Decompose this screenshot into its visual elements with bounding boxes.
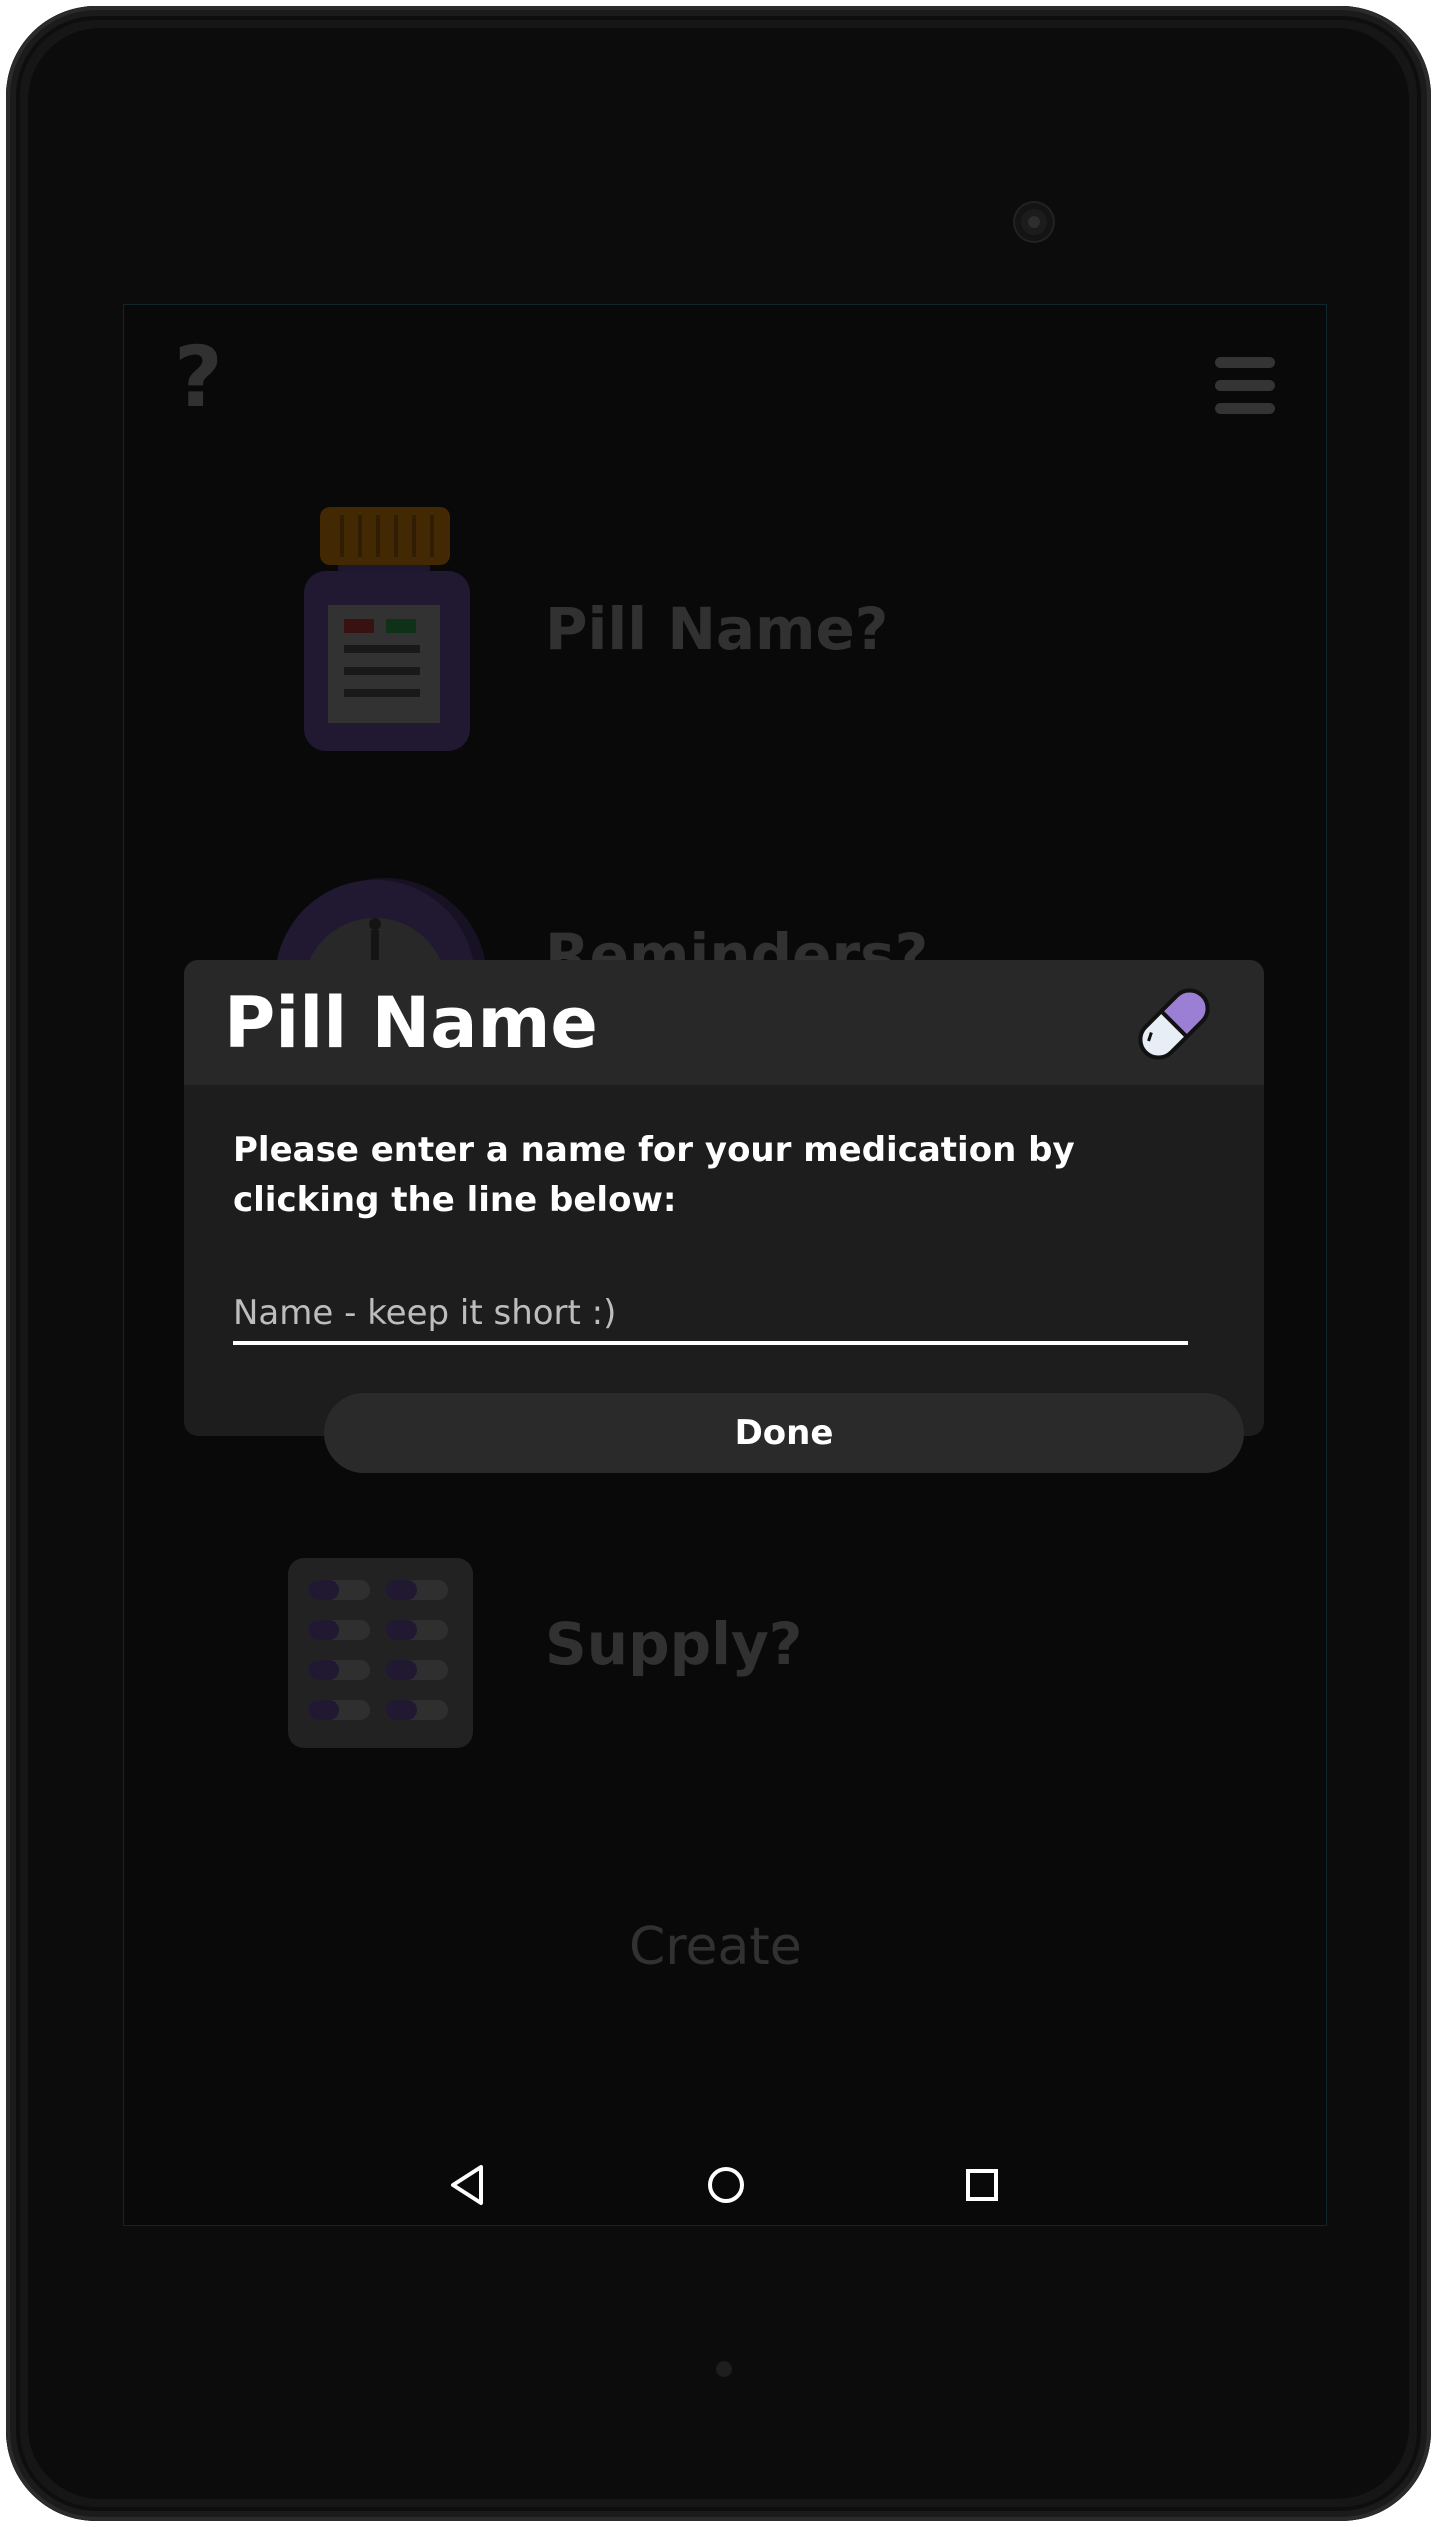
dialog-message: Please enter a name for your medication … xyxy=(233,1130,1075,1220)
recent-apps-icon[interactable] xyxy=(962,2163,1002,2207)
front-camera xyxy=(1015,203,1053,241)
tablet-frame: ? Pill Name? Reminders? Supply? Create P… xyxy=(6,6,1431,2521)
dialog-title: Pill Name xyxy=(224,982,598,1064)
capsule-icon xyxy=(1138,988,1210,1060)
done-button[interactable]: Done xyxy=(324,1393,1244,1473)
home-icon[interactable] xyxy=(704,2163,748,2207)
sensor-dot xyxy=(716,2361,732,2377)
pill-name-input[interactable] xyxy=(233,1285,1188,1345)
app-screen: ? Pill Name? Reminders? Supply? Create P… xyxy=(123,304,1327,2226)
system-nav-bar xyxy=(124,2145,1326,2225)
pill-name-dialog: Pill Name Please enter a name for your m… xyxy=(184,960,1264,1473)
dialog-header: Pill Name xyxy=(184,960,1264,1085)
back-icon[interactable] xyxy=(447,2163,487,2207)
